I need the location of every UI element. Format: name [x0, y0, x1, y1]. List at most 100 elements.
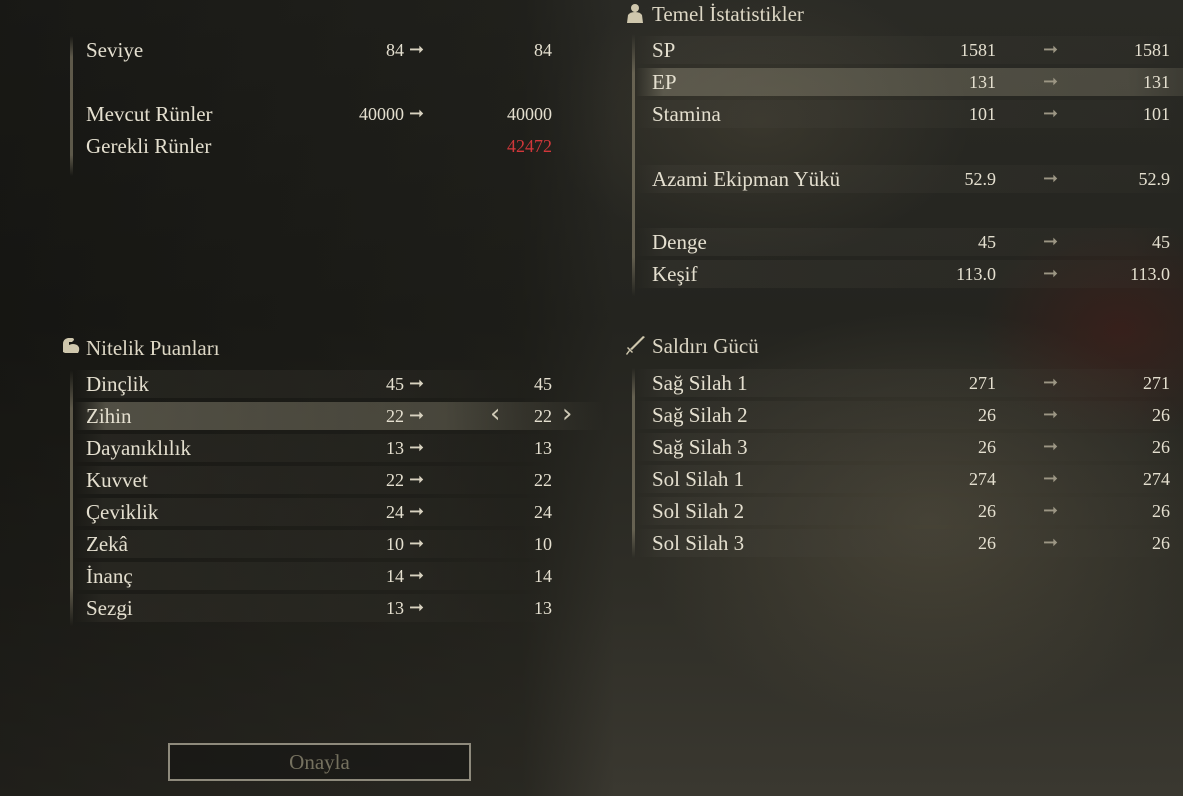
attack-label: Sağ Silah 1: [652, 371, 748, 395]
attribute-new-value: 10: [534, 534, 552, 554]
stat-new-value: 45: [1152, 232, 1170, 252]
row-background: [74, 562, 554, 590]
arrow-icon: ➞: [409, 39, 425, 60]
attack-new-value: 26: [1152, 501, 1170, 521]
arrow-icon: ➞: [1043, 532, 1059, 553]
attack-new-value: 271: [1143, 373, 1170, 393]
required-runes-label: Gerekli Rünler: [86, 134, 212, 158]
row-background: [74, 594, 554, 622]
stat-current-value: 1581: [960, 40, 996, 60]
stat-current-value: 52.9: [964, 169, 997, 189]
stat-label: Azami Ekipman Yükü: [652, 167, 841, 191]
attribute-current-value: 45: [386, 374, 404, 394]
arrow-icon: ➞: [409, 103, 425, 124]
stat-label: Keşif: [652, 262, 698, 286]
arrow-icon: ➞: [409, 437, 425, 458]
attributes-bar: [70, 370, 73, 626]
stat-label: SP: [652, 38, 676, 62]
arrow-icon: ➞: [409, 501, 425, 522]
arrow-icon: ➞: [1043, 372, 1059, 393]
required-runes-value: 42472: [507, 136, 552, 156]
stat-label: Denge: [652, 230, 707, 254]
flexed-arm-icon: [63, 338, 80, 353]
attack-current-value: 26: [978, 533, 996, 553]
confirm-button[interactable]: Onayla: [168, 743, 471, 781]
arrow-icon: ➞: [409, 565, 425, 586]
arrow-icon: ➞: [409, 405, 425, 426]
arrow-icon: ➞: [1043, 231, 1059, 252]
attack-new-value: 26: [1152, 533, 1170, 553]
stat-new-value: 131: [1143, 72, 1170, 92]
attribute-label: İnanç: [86, 564, 133, 588]
attribute-current-value: 14: [386, 566, 404, 586]
stat-current-value: 131: [969, 72, 996, 92]
sword-icon: [626, 336, 645, 355]
attack-power-bar: [632, 368, 635, 558]
held-runes-label: Mevcut Rünler: [86, 102, 213, 126]
level-current: 84: [386, 40, 404, 60]
arrow-icon: ➞: [409, 533, 425, 554]
arrow-icon: ➞: [409, 373, 425, 394]
attribute-current-value: 13: [386, 598, 404, 618]
attack-current-value: 271: [969, 373, 996, 393]
attack-current-value: 274: [969, 469, 996, 489]
attack-label: Sağ Silah 2: [652, 403, 748, 427]
decrease-chevron-icon[interactable]: ‹: [490, 400, 500, 428]
attribute-label: Kuvvet: [86, 468, 148, 492]
attack-power-title: Saldırı Gücü: [652, 334, 759, 358]
attribute-current-value: 22: [386, 406, 404, 426]
arrow-icon: ➞: [1043, 263, 1059, 284]
attack-current-value: 26: [978, 437, 996, 457]
arrow-icon: ➞: [1043, 436, 1059, 457]
stat-new-value: 52.9: [1138, 169, 1171, 189]
attack-label: Sol Silah 1: [652, 467, 745, 491]
stat-current-value: 101: [969, 104, 996, 124]
arrow-icon: ➞: [1043, 71, 1059, 92]
attribute-label: Dayanıklılık: [86, 436, 191, 460]
stat-label: Stamina: [652, 102, 721, 126]
level-label: Seviye: [86, 38, 144, 62]
attribute-label: Çeviklik: [86, 500, 159, 524]
attribute-new-value: 14: [534, 566, 552, 586]
arrow-icon: ➞: [1043, 103, 1059, 124]
attribute-current-value: 24: [386, 502, 404, 522]
attribute-current-value: 22: [386, 470, 404, 490]
person-bust-icon: [627, 4, 643, 23]
stat-current-value: 113.0: [956, 264, 996, 284]
stat-new-value: 1581: [1134, 40, 1170, 60]
stat-current-value: 45: [978, 232, 996, 252]
base-stats-title: Temel İstatistikler: [652, 2, 804, 26]
level-new: 84: [534, 40, 552, 60]
attribute-label: Zekâ: [86, 532, 128, 556]
attack-current-value: 26: [978, 405, 996, 425]
held-runes-new: 40000: [507, 104, 552, 124]
attack-new-value: 274: [1143, 469, 1170, 489]
held-runes-current: 40000: [359, 104, 404, 124]
level-panel-bar: [70, 36, 73, 176]
arrow-icon: ➞: [1043, 500, 1059, 521]
base-stats-bar: [632, 34, 635, 296]
attribute-new-value: 13: [534, 438, 552, 458]
attribute-current-value: 13: [386, 438, 404, 458]
attribute-label: Sezgi: [86, 596, 133, 620]
attack-label: Sol Silah 3: [652, 531, 745, 555]
attribute-new-value: 13: [534, 598, 552, 618]
arrow-icon: ➞: [1043, 39, 1059, 60]
attack-current-value: 26: [978, 501, 996, 521]
attack-label: Sol Silah 2: [652, 499, 745, 523]
attributes-title: Nitelik Puanları: [86, 336, 220, 360]
stat-new-value: 113.0: [1130, 264, 1170, 284]
attribute-label: Zihin: [86, 404, 132, 428]
arrow-icon: ➞: [1043, 468, 1059, 489]
increase-chevron-icon[interactable]: ›: [562, 400, 572, 428]
attribute-new-value: 24: [534, 502, 552, 522]
row-background: [74, 530, 554, 558]
arrow-icon: ➞: [409, 469, 425, 490]
stat-label: EP: [652, 70, 677, 94]
attribute-label: Dinçlik: [86, 372, 149, 396]
arrow-icon: ➞: [1043, 168, 1059, 189]
arrow-icon: ➞: [409, 597, 425, 618]
attack-new-value: 26: [1152, 405, 1170, 425]
arrow-icon: ➞: [1043, 404, 1059, 425]
stat-new-value: 101: [1143, 104, 1170, 124]
